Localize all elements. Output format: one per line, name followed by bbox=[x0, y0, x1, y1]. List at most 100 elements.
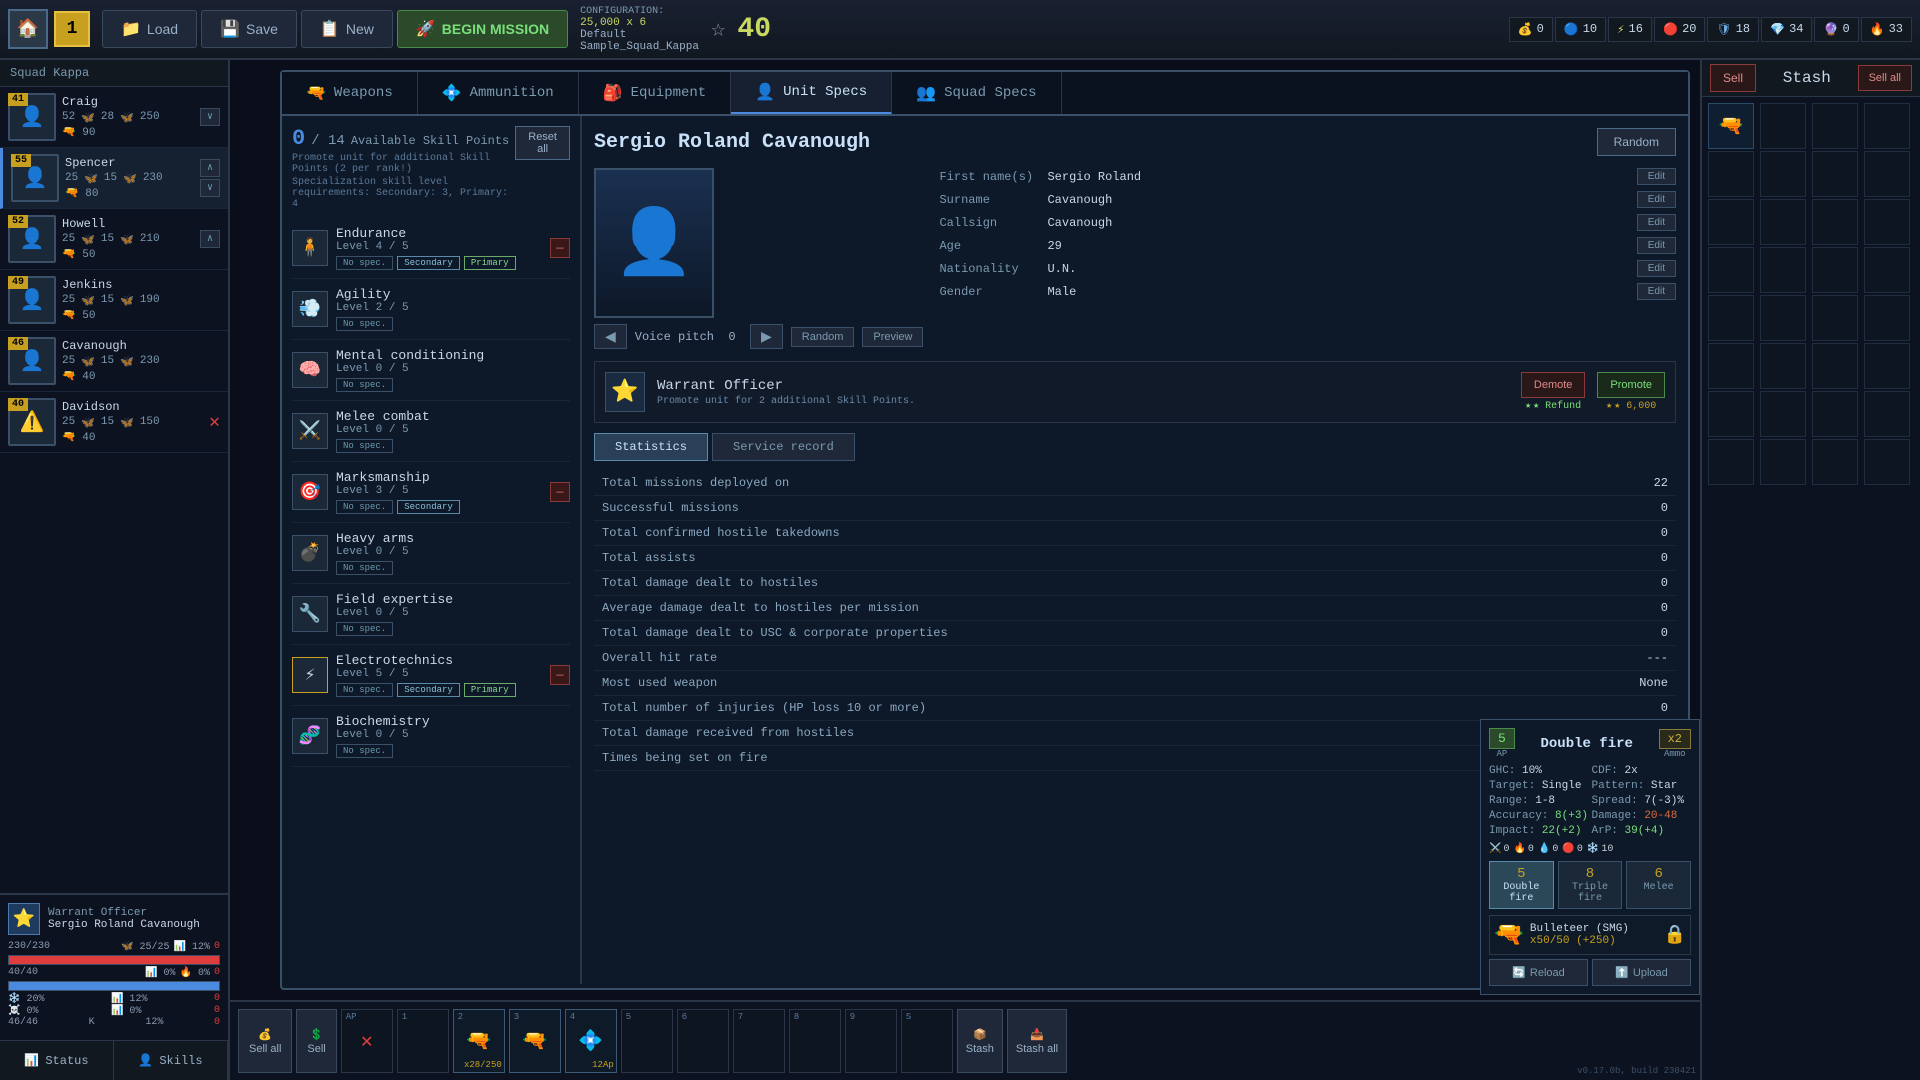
stash-slot-8[interactable] bbox=[1864, 151, 1910, 197]
equip-stash-all-button[interactable]: 📥 Stash all bbox=[1007, 1009, 1067, 1073]
equip-stash-button[interactable]: 📦 Stash bbox=[957, 1009, 1003, 1073]
status-nav-button[interactable]: 📊 Status bbox=[0, 1041, 114, 1080]
random-portrait-button[interactable]: Random bbox=[791, 327, 855, 347]
squad-member-spencer[interactable]: 👤 55 Spencer 25🦋15🦋230 🔫 80 ∧ ∨ bbox=[0, 148, 228, 209]
stash-slot-17[interactable] bbox=[1708, 295, 1754, 341]
tab-unit-specs[interactable]: 👤 Unit Specs bbox=[731, 72, 892, 114]
equip-slot-7[interactable]: 7 bbox=[733, 1009, 785, 1073]
squad-member-davidson[interactable]: ⚠️ 40 Davidson 25🦋15🦋150 🔫 40 ✕ bbox=[0, 392, 228, 453]
tab-ammunition[interactable]: 💠 Ammunition bbox=[418, 72, 579, 114]
equip-slot-2[interactable]: 2 🔫 x28/250 bbox=[453, 1009, 505, 1073]
tab-equipment[interactable]: 🎒 Equipment bbox=[579, 72, 732, 114]
stash-slot-12[interactable] bbox=[1864, 199, 1910, 245]
skill-field-expertise: 🔧 Field expertise Level 0 / 5 No spec. bbox=[292, 584, 570, 645]
begin-mission-button[interactable]: 🚀 BEGIN MISSION bbox=[397, 10, 568, 48]
stash-slot-3[interactable] bbox=[1812, 103, 1858, 149]
endurance-minus-button[interactable]: — bbox=[550, 238, 570, 258]
preview-button[interactable]: Preview bbox=[862, 327, 923, 347]
equip-slot-4[interactable]: 4 💠 12Ap bbox=[565, 1009, 617, 1073]
equip-slot-5[interactable]: 5 bbox=[621, 1009, 673, 1073]
score-display: 40 bbox=[737, 14, 787, 45]
res-credits: 💰0 bbox=[1509, 17, 1553, 42]
edit-age-button[interactable]: Edit bbox=[1637, 237, 1676, 254]
tab-squad-specs[interactable]: 👥 Squad Specs bbox=[892, 72, 1061, 114]
weapon-name: Double fire bbox=[1540, 736, 1632, 752]
stash-slot-24[interactable] bbox=[1864, 343, 1910, 389]
rank-craig: 41 bbox=[8, 93, 28, 106]
electro-minus-button[interactable]: — bbox=[550, 665, 570, 685]
stash-slot-32[interactable] bbox=[1864, 439, 1910, 485]
stash-slot-26[interactable] bbox=[1760, 391, 1806, 437]
equip-sell-button[interactable]: 💲 Sell bbox=[296, 1009, 336, 1073]
stash-slot-7[interactable] bbox=[1812, 151, 1858, 197]
equip-sell-all-button[interactable]: 💰 Sell all bbox=[238, 1009, 292, 1073]
stash-slot-1[interactable]: 🔫 bbox=[1708, 103, 1754, 149]
stash-slot-25[interactable] bbox=[1708, 391, 1754, 437]
equip-slot-s[interactable]: S bbox=[901, 1009, 953, 1073]
stash-slot-14[interactable] bbox=[1760, 247, 1806, 293]
squad-member-cavanough[interactable]: 👤 46 Cavanough 25🦋15🦋230 🔫 40 bbox=[0, 331, 228, 392]
random-button[interactable]: Random bbox=[1597, 128, 1676, 156]
edit-firstname-button[interactable]: Edit bbox=[1637, 168, 1676, 185]
portrait-next-button[interactable]: ▶ bbox=[750, 324, 783, 349]
stash-slot-30[interactable] bbox=[1760, 439, 1806, 485]
upload-button[interactable]: ⬆️ Upload bbox=[1592, 959, 1691, 986]
equip-slot-6[interactable]: 6 bbox=[677, 1009, 729, 1073]
stash-slot-19[interactable] bbox=[1812, 295, 1858, 341]
stash-slot-21[interactable] bbox=[1708, 343, 1754, 389]
equip-slot-1[interactable]: 1 bbox=[397, 1009, 449, 1073]
mode-double-fire[interactable]: 5 Double fire bbox=[1489, 861, 1554, 909]
equip-slot-ap[interactable]: AP ✕ bbox=[341, 1009, 393, 1073]
chevron-spencer-down[interactable]: ∨ bbox=[200, 179, 220, 197]
stash-slot-29[interactable] bbox=[1708, 439, 1754, 485]
stash-slot-27[interactable] bbox=[1812, 391, 1858, 437]
equip-slot-3[interactable]: 3 🔫 bbox=[509, 1009, 561, 1073]
tab-weapons[interactable]: 🔫 Weapons bbox=[282, 72, 418, 114]
edit-nationality-button[interactable]: Edit bbox=[1637, 260, 1676, 277]
promote-button[interactable]: Promote bbox=[1597, 372, 1665, 398]
reload-button[interactable]: 🔄 Reload bbox=[1489, 959, 1588, 986]
stash-slot-18[interactable] bbox=[1760, 295, 1806, 341]
save-button[interactable]: 💾 Save bbox=[201, 10, 297, 48]
statistics-tab[interactable]: Statistics bbox=[594, 433, 708, 461]
chevron-spencer-up[interactable]: ∧ bbox=[200, 159, 220, 177]
sell-all-button[interactable]: Sell all bbox=[1858, 65, 1912, 91]
edit-callsign-button[interactable]: Edit bbox=[1637, 214, 1676, 231]
edit-gender-button[interactable]: Edit bbox=[1637, 283, 1676, 300]
squad-member-howell[interactable]: 👤 52 Howell 25🦋15🦋210 🔫 50 ∧ bbox=[0, 209, 228, 270]
load-button[interactable]: 📁 Load bbox=[102, 10, 197, 48]
stash-slot-2[interactable] bbox=[1760, 103, 1806, 149]
mode-triple-fire[interactable]: 8 Triple fire bbox=[1558, 861, 1623, 909]
stash-slot-23[interactable] bbox=[1812, 343, 1858, 389]
skills-nav-button[interactable]: 👤 Skills bbox=[114, 1041, 228, 1080]
chevron-howell[interactable]: ∧ bbox=[200, 230, 220, 248]
stash-slot-31[interactable] bbox=[1812, 439, 1858, 485]
demote-button[interactable]: Demote bbox=[1521, 372, 1586, 398]
squad-member-craig[interactable]: 👤 41 Craig 52🦋28🦋250 🔫 90 ∨ bbox=[0, 87, 228, 148]
stash-slot-11[interactable] bbox=[1812, 199, 1858, 245]
squad-member-jenkins[interactable]: 👤 49 Jenkins 25🦋15🦋190 🔫 50 bbox=[0, 270, 228, 331]
mode-melee[interactable]: 6 Melee bbox=[1626, 861, 1691, 909]
stash-slot-20[interactable] bbox=[1864, 295, 1910, 341]
equip-slot-8[interactable]: 8 bbox=[789, 1009, 841, 1073]
stash-slot-28[interactable] bbox=[1864, 391, 1910, 437]
sell-button[interactable]: Sell bbox=[1710, 64, 1756, 92]
portrait-prev-button[interactable]: ◀ bbox=[594, 324, 627, 349]
chevron-craig[interactable]: ∨ bbox=[200, 108, 220, 126]
stash-slot-6[interactable] bbox=[1760, 151, 1806, 197]
stash-slot-9[interactable] bbox=[1708, 199, 1754, 245]
stash-slot-4[interactable] bbox=[1864, 103, 1910, 149]
reset-all-button[interactable]: Reset all bbox=[515, 126, 570, 160]
new-button[interactable]: 📋 New bbox=[301, 10, 393, 48]
edit-surname-button[interactable]: Edit bbox=[1637, 191, 1676, 208]
stash-slot-22[interactable] bbox=[1760, 343, 1806, 389]
stash-slot-5[interactable] bbox=[1708, 151, 1754, 197]
equip-slot-9[interactable]: 9 bbox=[845, 1009, 897, 1073]
stash-slot-16[interactable] bbox=[1864, 247, 1910, 293]
service-record-tab[interactable]: Service record bbox=[712, 433, 855, 461]
stash-slot-15[interactable] bbox=[1812, 247, 1858, 293]
stash-slot-10[interactable] bbox=[1760, 199, 1806, 245]
home-icon[interactable]: 🏠 bbox=[8, 9, 48, 49]
stash-slot-13[interactable] bbox=[1708, 247, 1754, 293]
marksmanship-minus-button[interactable]: — bbox=[550, 482, 570, 502]
